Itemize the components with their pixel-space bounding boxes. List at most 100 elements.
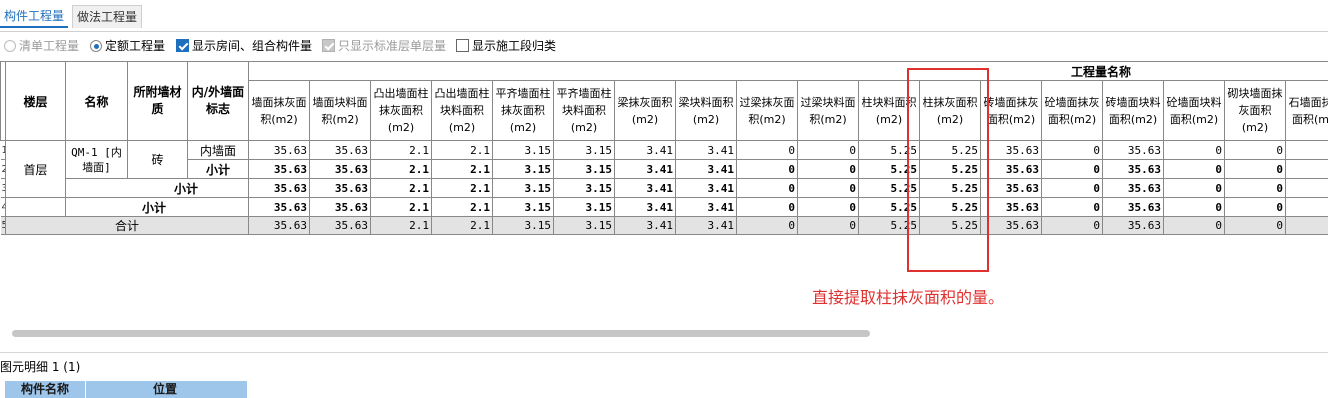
value-cell[interactable]: 35.63 [248,178,310,198]
value-cell[interactable]: 35.63 [980,197,1042,217]
value-cell[interactable]: 35.63 [980,178,1042,198]
value-cell[interactable]: 0 [1041,159,1103,179]
value-cell[interactable] [1284,178,1328,198]
value-cell[interactable]: 35.63 [980,159,1042,179]
col-header-lintel-tile[interactable]: 过梁块料面积(m2) [797,80,859,141]
position-header[interactable]: 位置 [153,381,177,398]
value-cell[interactable]: 5.25 [858,140,920,160]
value-cell[interactable]: 2.1 [431,159,493,179]
value-cell[interactable]: 35.63 [248,197,310,217]
value-cell[interactable]: 3.15 [492,197,554,217]
value-cell[interactable]: 0 [1163,178,1225,198]
col-header-lintel-plaster[interactable]: 过梁抹灰面积(m2) [736,80,798,141]
floor-cell[interactable]: 首层 [5,140,66,198]
floor-column-header[interactable]: 楼层 [5,61,66,141]
value-cell[interactable]: 5.25 [858,216,920,235]
value-cell[interactable]: 2.1 [431,178,493,198]
value-cell[interactable]: 35.63 [980,140,1042,160]
value-cell[interactable]: 35.63 [309,159,371,179]
value-cell[interactable]: 0 [1041,197,1103,217]
table-row[interactable]: 3 小计 35.63 35.63 2.1 2.1 3.15 3.15 3.41 … [0,178,1328,198]
value-cell[interactable]: 0 [1041,140,1103,160]
total-label[interactable]: 合计 [5,216,249,235]
material-cell[interactable]: 砖 [127,140,188,179]
value-cell[interactable]: 3.41 [614,159,676,179]
value-cell[interactable]: 5.25 [919,197,981,217]
value-cell[interactable]: 35.63 [309,178,371,198]
value-cell[interactable]: 0 [736,216,798,235]
value-cell[interactable]: 35.63 [1102,159,1164,179]
col-header-beam-plaster[interactable]: 梁抹灰面积(m2) [614,80,676,141]
value-cell[interactable]: 35.63 [309,140,371,160]
value-cell[interactable]: 0 [797,159,859,179]
table-row[interactable]: 4 小计 35.63 35.63 2.1 2.1 3.15 3.15 3.41 … [0,197,1328,217]
subtotal-label[interactable]: 小计 [187,159,249,179]
value-cell[interactable]: 2.1 [431,216,493,235]
value-cell[interactable]: 35.63 [1102,216,1164,235]
value-cell[interactable]: 3.15 [553,178,615,198]
value-cell[interactable]: 3.41 [614,216,676,235]
value-cell[interactable]: 5.25 [919,159,981,179]
col-header-stone-wall-plaster[interactable]: 石墙面抹灰面积(m2) [1284,80,1328,141]
value-cell[interactable]: 35.63 [980,216,1042,235]
name-column-header[interactable]: 名称 [65,61,128,141]
value-cell[interactable]: 0 [736,178,798,198]
value-cell[interactable]: 35.63 [248,140,310,160]
value-cell[interactable]: 0 [797,178,859,198]
value-cell[interactable]: 0 [1163,140,1225,160]
material-column-header[interactable]: 所附墙材质 [127,61,188,141]
value-cell[interactable]: 0 [1163,159,1225,179]
value-cell[interactable]: 3.15 [553,216,615,235]
value-cell[interactable]: 0 [1224,159,1286,179]
col-header-concrete-wall-plaster[interactable]: 砼墙面抹灰面积(m2) [1041,80,1103,141]
value-cell[interactable]: 0 [1163,216,1225,235]
subtotal-label[interactable]: 小计 [65,197,249,217]
value-cell[interactable]: 0 [1224,178,1286,198]
value-cell[interactable]: 2.1 [370,178,432,198]
table-row[interactable]: 2 小计 35.63 35.63 2.1 2.1 3.15 3.15 3.41 … [0,159,1328,179]
col-header-column-tile[interactable]: 柱块料面积(m2) [858,80,920,141]
value-cell[interactable]: 35.63 [248,216,310,235]
value-cell[interactable]: 5.25 [919,216,981,235]
value-cell[interactable] [1284,140,1328,160]
col-header-flush-col-plaster[interactable]: 平齐墙面柱抹灰面积(m2) [492,80,554,141]
value-cell[interactable]: 0 [736,159,798,179]
value-cell[interactable]: 0 [1163,197,1225,217]
value-cell[interactable]: 2.1 [370,216,432,235]
value-cell[interactable]: 35.63 [1102,140,1164,160]
value-cell[interactable]: 5.25 [858,159,920,179]
component-name-header[interactable]: 构件名称 [21,381,69,398]
value-cell[interactable]: 0 [797,140,859,160]
value-cell[interactable]: 2.1 [370,140,432,160]
value-cell[interactable]: 35.63 [1102,197,1164,217]
value-cell[interactable]: 3.15 [492,178,554,198]
value-cell[interactable]: 3.41 [675,159,737,179]
value-cell[interactable]: 3.15 [492,159,554,179]
col-header-protruding-col-tile[interactable]: 凸出墙面柱块料面积(m2) [431,80,493,141]
value-cell[interactable]: 2.1 [431,197,493,217]
col-header-column-plaster[interactable]: 柱抹灰面积(m2) [919,80,981,141]
value-cell[interactable]: 5.25 [858,197,920,217]
col-header-block-wall-plaster[interactable]: 砌块墙面抹灰面积(m2) [1224,80,1286,141]
value-cell[interactable]: 3.41 [675,178,737,198]
value-cell[interactable]: 0 [736,140,798,160]
col-header-brick-wall-plaster[interactable]: 砖墙面抹灰面积(m2) [980,80,1042,141]
value-cell[interactable]: 2.1 [370,197,432,217]
total-row[interactable]: 5 合计 35.63 35.63 2.1 2.1 3.15 3.15 3.41 … [0,216,1328,235]
value-cell[interactable]: 0 [1041,178,1103,198]
value-cell[interactable]: 3.15 [553,197,615,217]
value-cell[interactable]: 0 [1224,140,1286,160]
subtotal-label[interactable]: 小计 [65,178,249,198]
value-cell[interactable] [1284,197,1328,217]
value-cell[interactable] [1284,216,1328,235]
value-cell[interactable]: 0 [797,197,859,217]
value-cell[interactable]: 3.41 [675,216,737,235]
value-cell[interactable]: 2.1 [431,140,493,160]
value-cell[interactable]: 2.1 [370,159,432,179]
value-cell[interactable]: 3.41 [614,197,676,217]
col-header-beam-tile[interactable]: 梁块料面积(m2) [675,80,737,141]
col-header-wall-plaster[interactable]: 墙面抹灰面积(m2) [248,80,310,141]
value-cell[interactable]: 3.41 [675,140,737,160]
value-cell[interactable]: 35.63 [1102,178,1164,198]
in-out-cell[interactable]: 内墙面 [187,140,249,160]
